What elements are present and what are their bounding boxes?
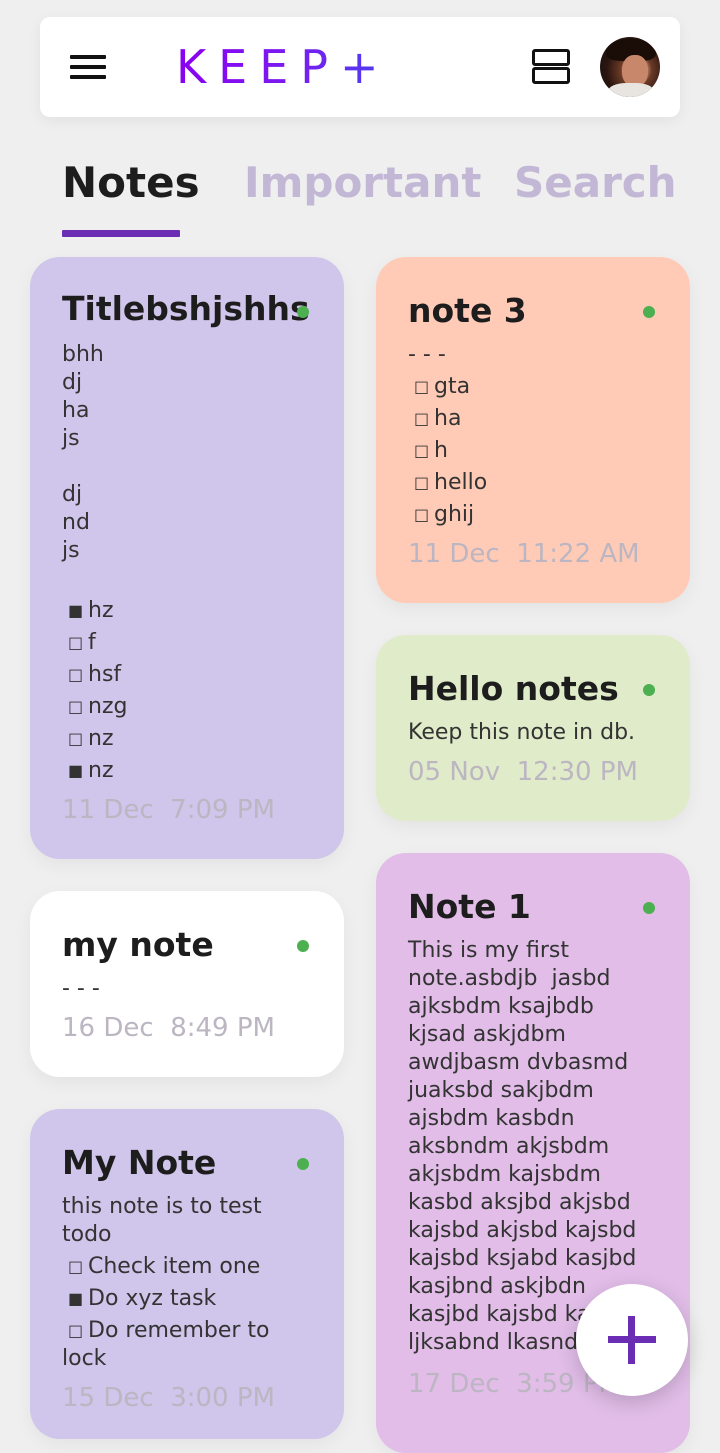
status-dot <box>643 684 655 696</box>
checkbox-unchecked-icon[interactable]: □ <box>68 1253 83 1281</box>
todo-text: f <box>88 630 96 655</box>
note-title: Hello notes <box>408 669 619 708</box>
tab-notes[interactable]: Notes <box>62 158 200 207</box>
todo-text: hz <box>88 598 114 623</box>
todo-text: Do remember to <box>88 1318 270 1343</box>
checkbox-checked-icon[interactable]: ■ <box>68 597 83 625</box>
todo-text: Check item one <box>88 1254 261 1279</box>
note-title: note 3 <box>408 291 527 330</box>
note-body: bhh dj ha js dj nd js <box>62 342 104 563</box>
todo-item[interactable]: ■ hz <box>68 597 114 625</box>
status-dot <box>643 902 655 914</box>
checkbox-checked-icon[interactable]: ■ <box>68 1285 83 1313</box>
note-title: my note <box>62 925 214 964</box>
note-date: 16 Dec 8:49 PM <box>62 1013 275 1043</box>
active-tab-indicator <box>62 230 180 237</box>
todo-text: Do xyz task <box>88 1286 217 1311</box>
status-dot <box>297 306 309 318</box>
checkbox-unchecked-icon[interactable]: □ <box>414 501 429 529</box>
todo-item[interactable]: □ Do remember to <box>68 1317 270 1345</box>
note-body: this note is to test todo <box>62 1194 262 1247</box>
checkbox-unchecked-icon[interactable]: □ <box>414 469 429 497</box>
note-date: 15 Dec 3:00 PM <box>62 1383 275 1413</box>
checkbox-unchecked-icon[interactable]: □ <box>68 1317 83 1345</box>
todo-text: nzg <box>88 694 128 719</box>
todo-text-continued: lock <box>62 1346 107 1371</box>
note-title: Titlebshjshhs <box>62 289 310 328</box>
note-card[interactable]: Titlebshjshhs bhh dj ha js dj nd js ■ hz … <box>30 257 344 859</box>
status-dot <box>297 940 309 952</box>
todo-text: nz <box>88 758 114 783</box>
app-logo: KEEP+ <box>176 40 391 94</box>
menu-icon[interactable] <box>70 53 106 81</box>
checkbox-unchecked-icon[interactable]: □ <box>414 373 429 401</box>
todo-text: hello <box>434 470 488 495</box>
note-card[interactable]: Hello notes Keep this note in db. 05 Nov… <box>376 635 690 821</box>
note-card[interactable]: note 3 - - - □ gta □ ha □ h □ hello □ ghij 11… <box>376 257 690 603</box>
todo-text: gta <box>434 374 471 399</box>
todo-item[interactable]: □ ha <box>414 405 461 433</box>
todo-item[interactable]: □ gta <box>414 373 470 401</box>
add-note-button[interactable] <box>576 1284 688 1396</box>
checkbox-unchecked-icon[interactable]: □ <box>68 629 83 657</box>
todo-text: hsf <box>88 662 122 687</box>
todo-item[interactable]: □ f <box>68 629 96 657</box>
note-body: Keep this note in db. <box>408 720 636 745</box>
note-title: Note 1 <box>408 887 531 926</box>
checkbox-unchecked-icon[interactable]: □ <box>414 437 429 465</box>
tab-important[interactable]: Important <box>244 158 481 207</box>
note-date: 11 Dec 7:09 PM <box>62 795 275 825</box>
note-card[interactable]: My Note this note is to test todo □ Check… <box>30 1109 344 1439</box>
todo-text: ha <box>434 406 462 431</box>
note-date: 05 Nov 12:30 PM <box>408 757 638 787</box>
note-title: My Note <box>62 1143 217 1182</box>
todo-text: nz <box>88 726 114 751</box>
top-app-bar: KEEP+ <box>40 17 680 117</box>
view-toggle-icon[interactable] <box>532 49 570 85</box>
checkbox-unchecked-icon[interactable]: □ <box>68 661 83 689</box>
note-date: 11 Dec 11:22 AM <box>408 539 640 569</box>
checkbox-unchecked-icon[interactable]: □ <box>68 725 83 753</box>
todo-item[interactable]: □ nz <box>68 725 114 753</box>
todo-item[interactable]: □ nzg <box>68 693 127 721</box>
todo-item[interactable]: □ hsf <box>68 661 121 689</box>
todo-item[interactable]: ■ nz <box>68 757 114 785</box>
todo-item[interactable]: ■ Do xyz task <box>68 1285 216 1313</box>
todo-item[interactable]: □ h <box>414 437 448 465</box>
tab-search[interactable]: Search <box>514 158 677 207</box>
todo-text: h <box>434 438 448 463</box>
avatar[interactable] <box>600 37 660 97</box>
checkbox-checked-icon[interactable]: ■ <box>68 757 83 785</box>
todo-text: ghij <box>434 502 475 527</box>
todo-item[interactable]: □ Check item one <box>68 1253 260 1281</box>
status-dot <box>297 1158 309 1170</box>
status-dot <box>643 306 655 318</box>
todo-item[interactable]: □ ghij <box>414 501 474 529</box>
todo-item[interactable]: □ hello <box>414 469 487 497</box>
note-card[interactable]: my note - - - 16 Dec 8:49 PM <box>30 891 344 1077</box>
note-body: - - - <box>408 342 446 367</box>
checkbox-unchecked-icon[interactable]: □ <box>68 693 83 721</box>
checkbox-unchecked-icon[interactable]: □ <box>414 405 429 433</box>
note-body: - - - <box>62 976 100 1001</box>
